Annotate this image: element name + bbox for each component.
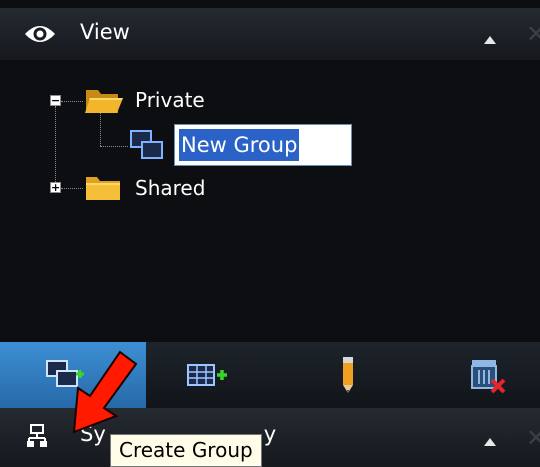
rename-input-value: New Group <box>177 128 301 162</box>
close-icon[interactable]: ✕ <box>526 426 540 450</box>
collapse-toggle-icon[interactable]: − <box>50 95 61 106</box>
create-view-button[interactable] <box>150 342 270 408</box>
tree-connector <box>55 106 56 186</box>
tree-label-private: Private <box>135 88 205 112</box>
open-folder-icon <box>85 90 123 113</box>
system-panel-title-end: y <box>263 422 277 446</box>
red-arrow-icon <box>72 350 138 434</box>
tooltip: Create Group <box>110 434 262 467</box>
tree-connector <box>61 188 83 189</box>
view-tree: − Private New Group + Shared <box>0 60 540 342</box>
rename-pencil-icon <box>343 357 353 393</box>
network-icon <box>27 424 47 447</box>
collapse-arrow-icon[interactable] <box>484 438 496 446</box>
tree-label-shared: Shared <box>135 176 206 200</box>
close-icon[interactable]: ✕ <box>526 22 540 46</box>
expand-toggle-icon[interactable]: + <box>50 182 61 193</box>
delete-icon <box>471 360 506 394</box>
collapse-arrow-icon[interactable] <box>484 36 496 44</box>
group-icon <box>130 130 163 159</box>
view-panel-header[interactable]: View ✕ <box>0 8 540 60</box>
delete-button[interactable] <box>430 342 540 408</box>
view-panel-title: View <box>80 20 130 44</box>
tree-connector <box>100 112 101 146</box>
tree-connector <box>100 146 128 147</box>
tree-connector <box>61 101 83 102</box>
create-view-icon <box>187 364 227 386</box>
rename-button[interactable] <box>290 342 410 408</box>
rename-input[interactable]: New Group <box>174 124 352 166</box>
eye-icon <box>25 26 55 42</box>
folder-icon <box>86 177 120 200</box>
